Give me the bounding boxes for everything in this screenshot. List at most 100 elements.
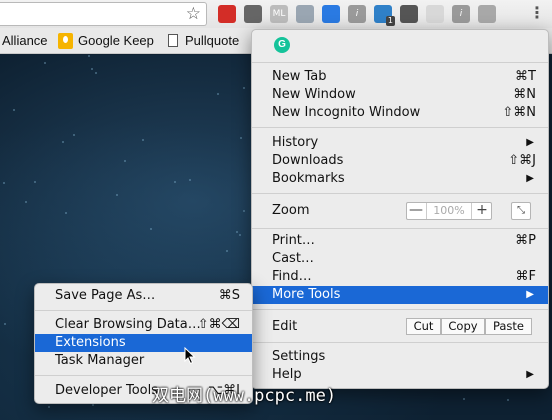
page-icon: [168, 34, 178, 47]
background-particle: [189, 179, 191, 181]
submenu-arrow-icon: ▶: [526, 173, 534, 184]
background-particle: [65, 212, 67, 214]
menu-item-zoom: Zoom: [252, 202, 548, 220]
background-particle: [226, 250, 228, 252]
zoom-level: 100%: [426, 203, 472, 219]
menu-item-new-incognito-window[interactable]: New Incognito Window ⇧⌘N: [252, 104, 548, 122]
submenu-arrow-icon: ▶: [526, 289, 534, 300]
background-particle: [243, 87, 245, 89]
background-particle: [92, 404, 94, 406]
menu-separator: [35, 310, 252, 311]
menu-item-label: Edit: [272, 319, 298, 334]
menu-item-label: Extensions: [55, 335, 126, 350]
skype-icon[interactable]: 1: [374, 5, 395, 26]
background-particle: [13, 109, 15, 111]
menu-item-clear-browsing-data[interactable]: Clear Browsing Data… ⇧⌘⌫: [35, 316, 252, 334]
mouse-cursor-icon: [184, 347, 196, 365]
italic-icon[interactable]: i: [348, 5, 366, 23]
shortcut-text: ⌘S: [218, 288, 240, 303]
shortcut-text: ⇧⌘N: [502, 105, 536, 120]
background-particle: [91, 68, 93, 70]
menu-item-extensions[interactable]: Extensions: [35, 334, 252, 352]
menu-item-label: Task Manager: [55, 353, 145, 368]
momentum-icon[interactable]: [322, 5, 340, 23]
bookmark-star-icon[interactable]: ☆: [186, 3, 201, 25]
shortcut-text: ⌘F: [515, 269, 536, 284]
menu-item-settings[interactable]: Settings: [252, 348, 548, 366]
save-icon[interactable]: [426, 5, 444, 23]
menu-item-label: Zoom: [272, 203, 310, 218]
menu-item-bookmarks[interactable]: Bookmarks ▶: [252, 170, 548, 188]
menu-separator: [252, 193, 548, 194]
copy-button[interactable]: Copy: [441, 318, 485, 335]
gamepad-icon[interactable]: [478, 5, 496, 23]
menu-separator: [252, 342, 548, 343]
menu-item-label: Downloads: [272, 153, 344, 168]
menu-item-find[interactable]: Find… ⌘F: [252, 268, 548, 286]
background-particle: [217, 93, 219, 95]
extension-badge: 1: [385, 16, 395, 26]
background-particle: [48, 406, 50, 408]
menu-item-label: Help: [272, 367, 302, 382]
submenu-arrow-icon: ▶: [526, 369, 534, 380]
menu-item-label: New Incognito Window: [272, 105, 421, 120]
italic-icon-2[interactable]: i: [452, 5, 470, 23]
background-particle: [142, 139, 144, 141]
shortcut-text: ⇧⌘⌫: [197, 317, 240, 332]
menu-item-new-tab[interactable]: New Tab ⌘T: [252, 68, 548, 86]
background-particle: [239, 234, 241, 236]
background-particle: [507, 399, 509, 401]
background-particle: [174, 181, 176, 183]
menu-item-label: Print…: [272, 233, 315, 248]
bookmark-alliance[interactable]: Alliance: [2, 28, 48, 54]
address-bar[interactable]: ☆: [0, 2, 207, 26]
menu-item-label: New Window: [272, 87, 356, 102]
fullscreen-button[interactable]: ⤡: [511, 202, 531, 220]
menu-item-label: More Tools: [272, 287, 341, 302]
background-particle: [25, 201, 27, 203]
menu-item-label: Bookmarks: [272, 171, 345, 186]
background-particle: [62, 141, 64, 143]
zoom-out-button[interactable]: —: [407, 203, 425, 219]
pocket-icon[interactable]: [244, 5, 262, 23]
puzzle-icon[interactable]: [296, 5, 314, 23]
menu-item-label: Clear Browsing Data…: [55, 317, 201, 332]
menu-item-label: Settings: [272, 349, 326, 364]
menu-item-label: New Tab: [272, 69, 327, 84]
menu-item-more-tools[interactable]: More Tools ▶: [252, 286, 548, 304]
menu-item-new-window[interactable]: New Window ⌘N: [252, 86, 548, 104]
menu-item-downloads[interactable]: Downloads ⇧⌘J: [252, 152, 548, 170]
grammarly-icon[interactable]: G: [274, 37, 290, 53]
menu-item-cast[interactable]: Cast…: [252, 250, 548, 268]
background-particle: [124, 160, 126, 162]
onetab-icon[interactable]: [400, 5, 418, 23]
background-particle: [95, 72, 97, 74]
ml-icon[interactable]: ML: [270, 5, 288, 23]
bookmark-google-keep[interactable]: Google Keep: [78, 28, 154, 54]
menu-item-save-page-as[interactable]: Save Page As… ⌘S: [35, 287, 252, 305]
menu-item-history[interactable]: History ▶: [252, 134, 548, 152]
lastpass-icon[interactable]: [218, 5, 236, 23]
paste-button[interactable]: Paste: [485, 318, 532, 335]
google-keep-icon: [58, 33, 73, 49]
menu-item-label: Developer Tools: [55, 383, 159, 398]
menu-item-print[interactable]: Print… ⌘P: [252, 232, 548, 250]
menu-separator: [252, 62, 548, 63]
bookmark-pullquote[interactable]: Pullquote: [185, 28, 239, 54]
background-particle: [150, 228, 152, 230]
shortcut-text: ⌘T: [515, 69, 536, 84]
background-particle: [236, 231, 238, 233]
chrome-menu-icon[interactable]: ⋮: [529, 3, 545, 25]
zoom-in-button[interactable]: +: [473, 203, 491, 219]
background-particle: [34, 181, 36, 183]
menu-item-label: History: [272, 135, 319, 150]
background-particle: [243, 210, 245, 212]
shortcut-text: ⇧⌘J: [508, 153, 536, 168]
background-particle: [73, 134, 75, 136]
shortcut-text: ⌘P: [515, 233, 536, 248]
background-particle: [44, 62, 46, 64]
submenu-arrow-icon: ▶: [526, 137, 534, 148]
background-particle: [4, 323, 6, 325]
cut-button[interactable]: Cut: [406, 318, 441, 335]
menu-item-task-manager[interactable]: Task Manager: [35, 352, 252, 370]
